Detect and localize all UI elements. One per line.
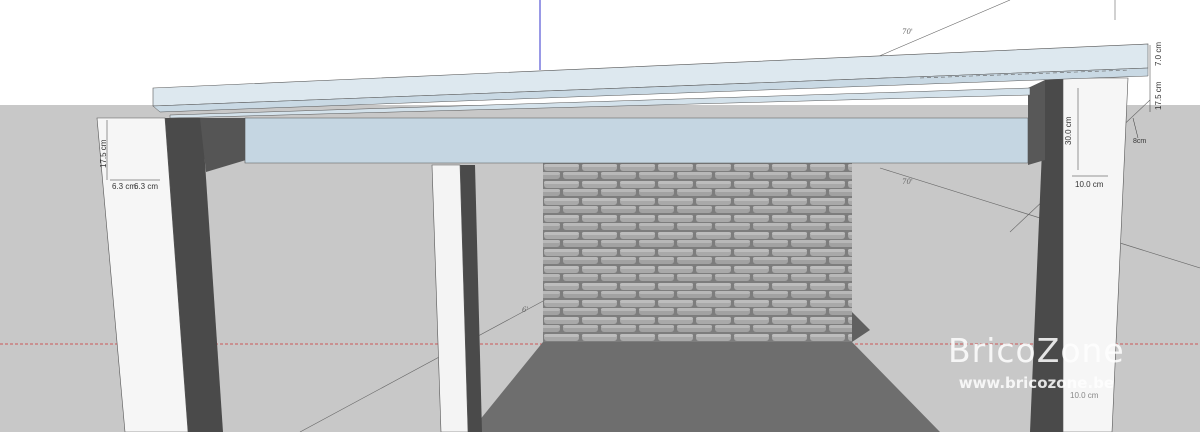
watermark-brand: BricoZone	[948, 331, 1125, 370]
dim-beam-height: 7.0 cm	[1154, 41, 1163, 66]
dim-post-left-height: 17.5 cm	[99, 139, 108, 168]
dim-front-beam-height: 17.5 cm	[1154, 81, 1163, 110]
axis-label-top: 70'	[902, 28, 913, 36]
right-post-inner-shadow	[1028, 80, 1045, 165]
dim-post-left-width-a: 6.3 cm	[112, 182, 137, 191]
dim-small-right: 8cm	[1133, 138, 1147, 145]
dim-post-left-width-b: 6.3 cm	[134, 182, 159, 191]
dim-post-right-height: 30.0 cm	[1064, 116, 1073, 145]
front-beam	[244, 117, 1029, 164]
axis-label-low: 6'	[522, 306, 529, 314]
dim-post-right-width: 10.0 cm	[1075, 180, 1104, 189]
dim-bottom-right: 10.0 cm	[1070, 391, 1099, 400]
watermark: BricoZone www.bricozone.be	[948, 331, 1125, 393]
brick-wall	[543, 163, 852, 342]
3d-viewport[interactable]: 17.5 cm 6.3 cm 6.3 cm 30.0 cm 10.0 cm 7.…	[0, 0, 1200, 432]
axis-label-mid: 70'	[902, 178, 913, 186]
watermark-url: www.bricozone.be	[958, 374, 1114, 392]
